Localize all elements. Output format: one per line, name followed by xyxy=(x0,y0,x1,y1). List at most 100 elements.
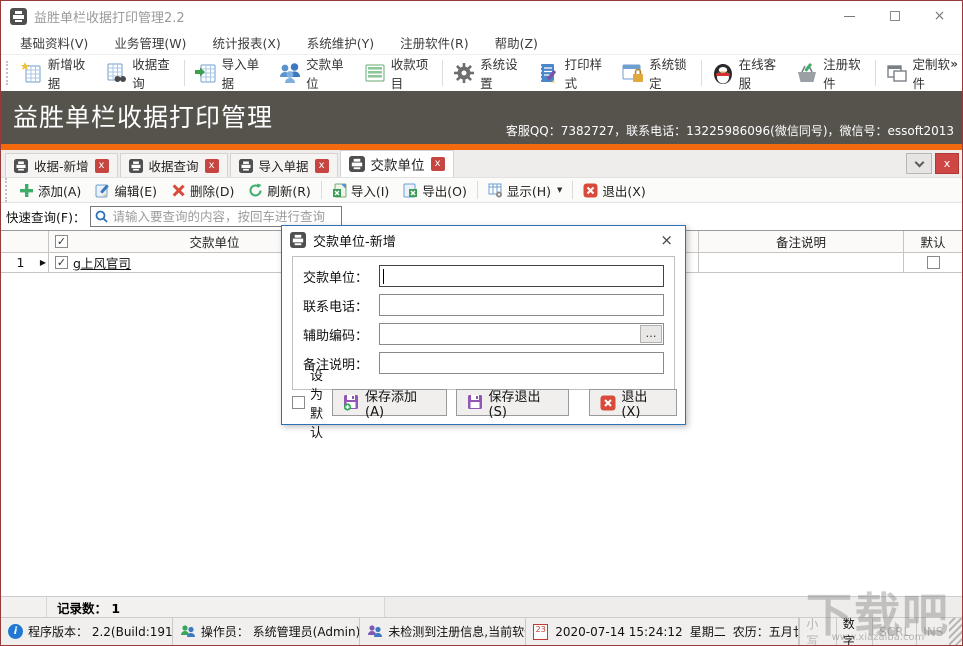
status-operator: 操作员： 系统管理员(Admin) xyxy=(173,618,360,645)
close-button[interactable]: × xyxy=(917,2,962,31)
action-label: 导入(I) xyxy=(351,181,389,200)
aux-code-input[interactable]: … xyxy=(379,323,664,345)
default-cell[interactable] xyxy=(904,253,962,272)
toolbar-separator xyxy=(184,60,185,86)
toolbar-print-style[interactable]: 打印样式 xyxy=(530,51,615,95)
import-button[interactable]: 导入(I) xyxy=(325,179,396,201)
toolbar-system-settings[interactable]: 系统设置 xyxy=(445,51,530,95)
qq-penguin-icon xyxy=(711,61,735,85)
toolbar-label: 收据查询 xyxy=(132,54,175,92)
header-note[interactable]: 备注说明 xyxy=(699,231,904,252)
delete-button[interactable]: 删除(D) xyxy=(164,179,241,201)
operator-icon xyxy=(180,624,196,639)
toolbar-system-lock[interactable]: 系统锁定 xyxy=(614,51,699,95)
toolbar-label: 系统锁定 xyxy=(649,54,692,92)
toolbar-payer-unit[interactable]: 交款单位 xyxy=(271,51,356,95)
column-title: 默认 xyxy=(920,232,945,251)
toolbar-receipt-items[interactable]: 收款项目 xyxy=(356,51,441,95)
tab-close-icon[interactable]: x xyxy=(95,159,109,173)
toolbar-online-service[interactable]: 在线客服 xyxy=(704,51,789,95)
set-default-checkbox[interactable] xyxy=(292,396,305,409)
browse-button[interactable]: … xyxy=(640,325,662,343)
caps-indicator: 小写 xyxy=(799,618,835,645)
tab-receipt-new[interactable]: 收据-新增 x xyxy=(5,153,118,177)
dialog-close-icon[interactable]: × xyxy=(656,231,677,249)
toolbar-label: 收款项目 xyxy=(391,54,434,92)
dialog-button-row: 设为默认 保存添加(A) 保存退出(S) 退出(X) xyxy=(292,389,677,416)
export-button[interactable]: 导出(O) xyxy=(396,179,474,201)
tab-label: 导入单据 xyxy=(259,156,309,175)
tab-payer-unit[interactable]: 交款单位 x xyxy=(340,150,454,177)
tabbar-close-button[interactable]: x xyxy=(935,153,959,174)
print-style-icon xyxy=(537,61,561,85)
exit-button[interactable]: 退出(X) xyxy=(576,179,652,201)
main-toolbar: 新增收据 收据查询 导入单据 交款单位 收款项目 系统设置 打印样式 xyxy=(1,54,962,91)
toolbar-receipt-query[interactable]: 收据查询 xyxy=(97,51,182,95)
set-default-option[interactable]: 设为默认 xyxy=(292,365,323,441)
maximize-button[interactable] xyxy=(872,2,917,31)
toolbar-label: 打印样式 xyxy=(565,54,608,92)
save-add-button[interactable]: 保存添加(A) xyxy=(332,389,446,416)
chevron-down-icon xyxy=(914,157,924,167)
dialog-exit-label: 退出(X) xyxy=(621,386,666,420)
aux-code-label: 辅助编码： xyxy=(303,325,379,344)
display-button[interactable]: 显示(H) ▼ xyxy=(481,179,570,201)
tab-label: 收据-新增 xyxy=(34,156,89,175)
refresh-button[interactable]: 刷新(R) xyxy=(241,179,317,201)
header-row-number xyxy=(1,231,49,252)
window-title: 益胜单栏收据打印管理2.2 xyxy=(34,7,827,26)
banner: 益胜单栏收据打印管理 客服QQ：7382727，联系电话：13225986096… xyxy=(1,91,962,144)
dialog-title: 交款单位-新增 xyxy=(313,231,656,250)
edit-button[interactable]: 编辑(E) xyxy=(88,179,164,201)
note-cell[interactable] xyxy=(699,253,904,272)
banner-contact: 客服QQ：7382727，联系电话：13225986096(微信同号)，微信号：… xyxy=(506,122,954,139)
toolbar-import-receipt[interactable]: 导入单据 xyxy=(187,51,272,95)
row-checkbox[interactable]: ✓ xyxy=(55,256,68,269)
toolbar-separator xyxy=(875,60,876,86)
action-label: 编辑(E) xyxy=(114,181,157,200)
tab-label: 交款单位 xyxy=(371,154,425,174)
datetime-text: 2020-07-14 15:24:12 xyxy=(555,625,682,639)
action-separator xyxy=(321,181,322,199)
tab-close-icon[interactable]: x xyxy=(205,159,219,173)
save-exit-button[interactable]: 保存退出(S) xyxy=(456,389,570,416)
basket-icon xyxy=(795,61,819,85)
header-default[interactable]: 默认 xyxy=(904,231,962,252)
lock-icon xyxy=(621,61,645,85)
tab-receipt-query[interactable]: 收据查询 x xyxy=(120,153,228,177)
dialog-exit-button[interactable]: 退出(X) xyxy=(589,389,677,416)
payer-unit-icon xyxy=(278,61,302,85)
toolbar-overflow-chevron[interactable]: » xyxy=(950,57,958,71)
toolbar-label: 定制软件 xyxy=(913,54,956,92)
tab-close-icon[interactable]: x xyxy=(431,157,445,171)
toolbar-label: 系统设置 xyxy=(480,54,523,92)
default-checkbox[interactable] xyxy=(927,256,940,269)
select-all-checkbox[interactable]: ✓ xyxy=(55,235,68,248)
minimize-button[interactable] xyxy=(827,2,872,31)
printer-app-icon xyxy=(10,8,27,25)
tab-list-dropdown-button[interactable] xyxy=(906,153,932,174)
version-text: 程序版本： 2.2(Build:1915) xyxy=(28,623,173,640)
register-text: 未检测到注册信息,当前软件为 xyxy=(388,623,526,640)
dialog-fields-group: 交款单位： 联系电话： 辅助编码： … 备注说明： xyxy=(292,256,675,390)
text-caret xyxy=(383,269,384,284)
row-number: 1 xyxy=(1,255,40,270)
pencil-icon xyxy=(95,183,110,198)
dialog-title-bar: 交款单位-新增 × xyxy=(282,226,685,254)
note-input[interactable] xyxy=(379,352,664,374)
search-box[interactable] xyxy=(90,206,342,227)
toolbar-register-software[interactable]: 注册软件 xyxy=(788,51,873,95)
toolbar-separator xyxy=(442,60,443,86)
tab-close-icon[interactable]: x xyxy=(315,159,329,173)
resize-grip[interactable] xyxy=(949,618,962,645)
payer-unit-input[interactable] xyxy=(379,265,664,287)
search-input[interactable] xyxy=(112,209,337,224)
scroll-lock-indicator: SCRL xyxy=(872,618,916,645)
action-label: 导出(O) xyxy=(422,181,467,200)
printer-icon xyxy=(239,159,253,173)
toolbar-new-receipt[interactable]: 新增收据 xyxy=(13,51,98,95)
add-button[interactable]: 添加(A) xyxy=(12,179,88,201)
tab-import-receipt[interactable]: 导入单据 x xyxy=(230,153,338,177)
quick-search-label: 快速查询(F)： xyxy=(6,207,85,226)
phone-input[interactable] xyxy=(379,294,664,316)
